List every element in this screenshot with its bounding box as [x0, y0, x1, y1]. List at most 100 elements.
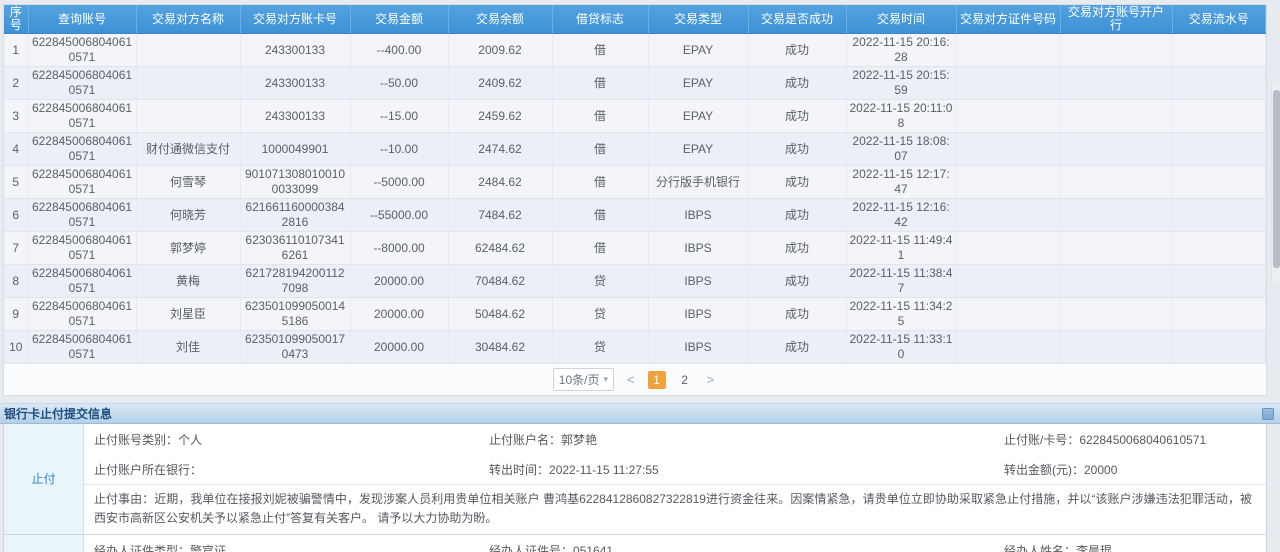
table-cell: 9010713080100100033099 — [240, 166, 350, 199]
field-account-type: 止付账号类别：个人 — [94, 431, 489, 448]
field-row: 经办人证件类型：警官证 经办人证件号：051641 经办人姓名：李晨琨 — [84, 535, 1266, 552]
field-operator-id-type: 经办人证件类型：警官证 — [94, 542, 489, 552]
field-label: 止付账号类别： — [94, 433, 178, 447]
table-cell: 6228450068040610571 — [28, 265, 136, 298]
table-cell: --55000.00 — [350, 199, 448, 232]
field-label: 经办人证件号： — [489, 544, 573, 552]
prev-page-button[interactable]: < — [624, 372, 638, 387]
column-header: 交易是否成功 — [748, 5, 846, 34]
table-cell: IBPS — [648, 232, 748, 265]
group-label-stop-payment: 止付 — [4, 424, 84, 533]
table-cell — [1172, 265, 1266, 298]
table-cell: 刘佳 — [136, 331, 240, 364]
table-row: 86228450068040610571黄梅621728194200112709… — [4, 265, 1266, 298]
table-cell: 30484.62 — [448, 331, 552, 364]
table-cell — [1172, 166, 1266, 199]
next-page-button[interactable]: > — [704, 372, 718, 387]
table-cell: 6235010990500145186 — [240, 298, 350, 331]
table-cell: 20000.00 — [350, 265, 448, 298]
table-cell: 20000.00 — [350, 298, 448, 331]
table-cell: 5 — [4, 166, 28, 199]
table-cell: 20000.00 — [350, 331, 448, 364]
field-value: 051641 — [573, 544, 613, 552]
table-row: 96228450068040610571刘星臣62350109905001451… — [4, 298, 1266, 331]
field-label: 止付账户名： — [489, 433, 561, 447]
table-cell — [956, 67, 1060, 100]
table-cell — [956, 298, 1060, 331]
collapse-icon[interactable] — [1262, 408, 1274, 420]
table-cell — [1060, 331, 1172, 364]
table-cell: 1 — [4, 34, 28, 67]
table-cell: 借 — [552, 100, 648, 133]
table-cell — [136, 67, 240, 100]
table-cell — [1172, 331, 1266, 364]
table-cell — [1172, 100, 1266, 133]
table-cell: 刘星臣 — [136, 298, 240, 331]
page-number-2[interactable]: 2 — [676, 371, 694, 389]
operator-fields: 经办人证件类型：警官证 经办人证件号：051641 经办人姓名：李晨琨 经办人电… — [84, 535, 1266, 552]
table-cell: 2022-11-15 20:11:08 — [846, 100, 956, 133]
table-cell: 借 — [552, 199, 648, 232]
table-row: 56228450068040610571何雪琴90107130801001000… — [4, 166, 1266, 199]
table-cell: 4 — [4, 133, 28, 166]
table-cell — [1172, 34, 1266, 67]
column-header: 交易类型 — [648, 5, 748, 34]
field-operator-id-number: 经办人证件号：051641 — [489, 542, 1004, 552]
table-cell: 2022-11-15 12:17:47 — [846, 166, 956, 199]
table-cell: 郭梦婷 — [136, 232, 240, 265]
table-row: 16228450068040610571243300133--400.00200… — [4, 34, 1266, 67]
field-label: 止付账户所在银行： — [94, 463, 202, 477]
field-label: 转出金额(元)： — [1004, 463, 1084, 477]
table-cell: 62484.62 — [448, 232, 552, 265]
table-cell: 2022-11-15 11:49:41 — [846, 232, 956, 265]
field-value: 郭梦艳 — [561, 433, 597, 447]
table-cell: 6228450068040610571 — [28, 166, 136, 199]
table-cell: IBPS — [648, 331, 748, 364]
field-label: 转出时间： — [489, 463, 549, 477]
table-row: 36228450068040610571243300133--15.002459… — [4, 100, 1266, 133]
table-cell: 6228450068040610571 — [28, 232, 136, 265]
table-cell: --5000.00 — [350, 166, 448, 199]
table-cell — [956, 265, 1060, 298]
stop-payment-body: 止付 止付账号类别：个人 止付账户名：郭梦艳 止付账/卡号：6228450068… — [3, 424, 1267, 552]
column-header: 序号 — [4, 5, 28, 34]
table-cell: 何晓芳 — [136, 199, 240, 232]
table-cell: 借 — [552, 133, 648, 166]
field-transfer-time: 转出时间：2022-11-15 11:27:55 — [489, 461, 1004, 478]
table-cell: 1000049901 — [240, 133, 350, 166]
table-cell — [136, 100, 240, 133]
table-cell: 9 — [4, 298, 28, 331]
stop-payment-fields: 止付账号类别：个人 止付账户名：郭梦艳 止付账/卡号：6228450068040… — [84, 424, 1266, 533]
table-cell: 2022-11-15 18:08:07 — [846, 133, 956, 166]
page-size-select[interactable]: 10条/页 ▾ — [553, 368, 614, 391]
table-row: 106228450068040610571刘佳62350109905001704… — [4, 331, 1266, 364]
table-cell: 2022-11-15 11:33:10 — [846, 331, 956, 364]
table-row: 66228450068040610571何晓芳62166116000038428… — [4, 199, 1266, 232]
field-value: 警官证 — [190, 544, 226, 552]
vertical-scrollbar[interactable] — [1271, 84, 1280, 282]
table-cell — [956, 133, 1060, 166]
table-cell: EPAY — [648, 67, 748, 100]
table-cell: 7 — [4, 232, 28, 265]
column-header: 交易流水号 — [1172, 5, 1266, 34]
table-cell: 6228450068040610571 — [28, 100, 136, 133]
table-cell: IBPS — [648, 199, 748, 232]
table-cell: 6216611600003842816 — [240, 199, 350, 232]
column-header: 交易对方名称 — [136, 5, 240, 34]
transactions-panel: 序号查询账号交易对方名称交易对方账卡号交易金额交易余额借贷标志交易类型交易是否成… — [3, 4, 1267, 396]
table-cell: 2 — [4, 67, 28, 100]
field-value: 李晨琨 — [1076, 544, 1112, 552]
group-label-operator: 经办信息 — [4, 535, 84, 552]
table-cell: 成功 — [748, 298, 846, 331]
table-cell — [1060, 265, 1172, 298]
page-number-1[interactable]: 1 — [648, 371, 666, 389]
table-cell: 6228450068040610571 — [28, 34, 136, 67]
table-cell: 6228450068040610571 — [28, 331, 136, 364]
reason-text: 近期，我单位在接报刘妮被骗警情中，发现涉案人员利用贵单位相关账户 曹鸿基6228… — [94, 492, 1252, 525]
table-cell: --10.00 — [350, 133, 448, 166]
table-cell — [136, 34, 240, 67]
scrollbar-thumb[interactable] — [1273, 90, 1280, 268]
column-header: 交易时间 — [846, 5, 956, 34]
table-cell: 2409.62 — [448, 67, 552, 100]
stop-payment-group: 止付 止付账号类别：个人 止付账户名：郭梦艳 止付账/卡号：6228450068… — [4, 424, 1266, 533]
